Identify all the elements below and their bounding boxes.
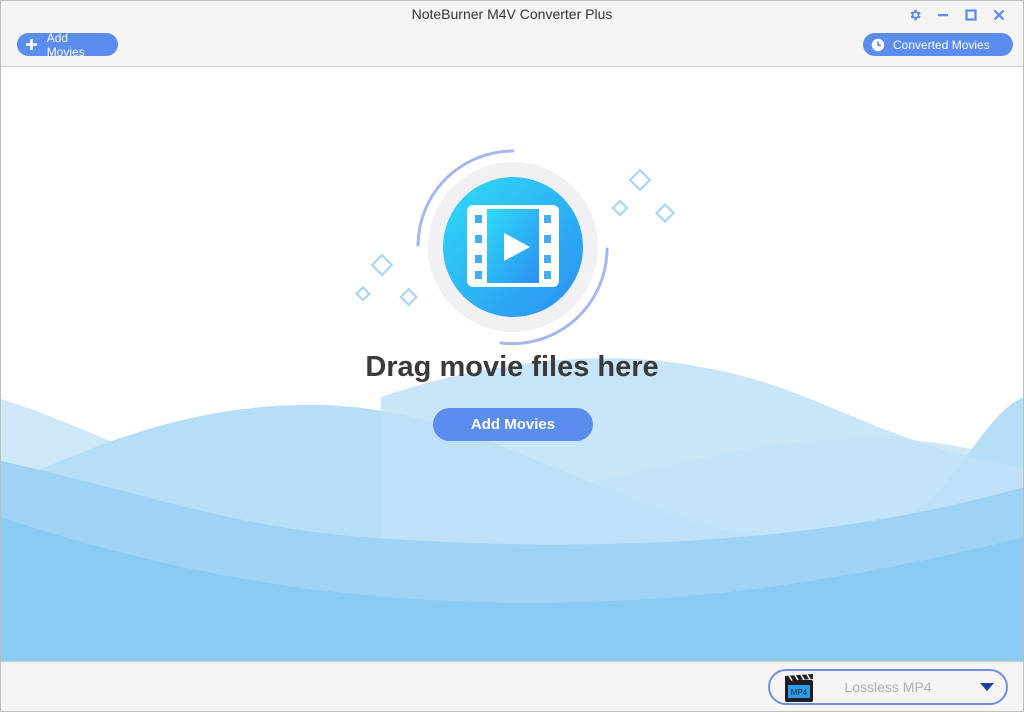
close-icon bbox=[993, 9, 1005, 21]
output-format-select[interactable]: MP4 Lossless MP4 bbox=[768, 669, 1008, 705]
maximize-icon bbox=[965, 9, 977, 21]
format-badge-text: MP4 bbox=[791, 688, 808, 697]
close-button[interactable] bbox=[985, 6, 1013, 24]
clock-icon bbox=[871, 38, 885, 52]
chevron-down-icon bbox=[980, 683, 994, 691]
minimize-icon bbox=[938, 14, 948, 17]
format-selected-label: Lossless MP4 bbox=[844, 679, 932, 695]
converted-movies-label: Converted Movies bbox=[893, 37, 990, 52]
converted-movies-button[interactable]: Converted Movies bbox=[863, 33, 1013, 56]
app-window: NoteBurner M4V Converter Plus Add Movies… bbox=[0, 0, 1024, 712]
add-movies-toolbar-button[interactable]: Add Movies bbox=[17, 30, 118, 59]
video-play-icon bbox=[467, 205, 559, 287]
drop-zone[interactable]: Drag movie files here Add Movies bbox=[1, 67, 1023, 661]
add-movies-button[interactable]: Add Movies bbox=[433, 408, 593, 441]
plus-icon bbox=[25, 38, 39, 52]
add-movies-toolbar-label: Add Movies bbox=[46, 30, 85, 59]
window-title: NoteBurner M4V Converter Plus bbox=[411, 6, 613, 22]
minimize-button[interactable] bbox=[929, 6, 957, 24]
window-controls bbox=[901, 6, 1013, 24]
video-illustration bbox=[355, 149, 676, 345]
footer-bar: MP4 Lossless MP4 bbox=[1, 661, 1023, 711]
gear-icon bbox=[910, 9, 921, 21]
settings-button[interactable] bbox=[901, 6, 929, 24]
drop-hint-text: Drag movie files here bbox=[365, 351, 659, 383]
title-bar: NoteBurner M4V Converter Plus Add Movies… bbox=[1, 1, 1023, 67]
maximize-button[interactable] bbox=[957, 6, 985, 24]
